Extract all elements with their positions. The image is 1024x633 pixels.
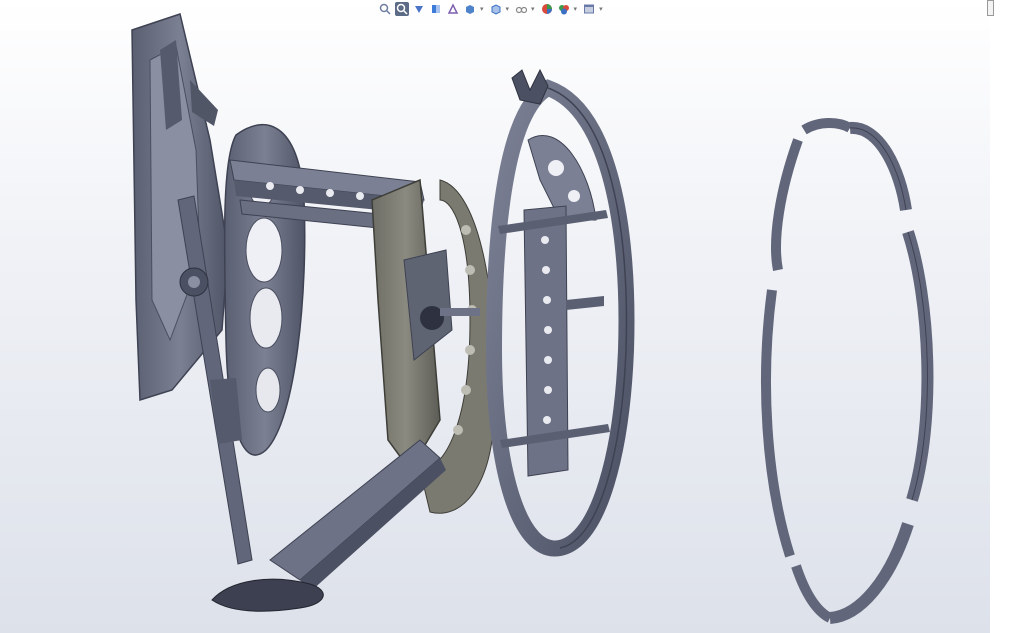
foot-plate[interactable] [211, 578, 324, 612]
view-orientation-icon[interactable] [463, 2, 477, 16]
task-pane-edge [990, 0, 1024, 633]
zoom-to-area-icon[interactable] [395, 2, 409, 16]
graphics-area[interactable]: ▾ ▾ ▾ ▾ ▾ [0, 0, 1024, 633]
hide-show-items-icon[interactable] [514, 2, 528, 16]
section-view-icon[interactable] [429, 2, 443, 16]
chevron-down-icon[interactable]: ▾ [506, 5, 510, 13]
lower-strut[interactable] [269, 439, 446, 592]
apply-scene-icon[interactable] [557, 2, 571, 16]
zoom-to-fit-icon[interactable] [378, 2, 392, 16]
task-pane-toggle[interactable] [987, 0, 994, 16]
display-style-icon[interactable] [489, 2, 503, 16]
assembly-model-view[interactable] [0, 0, 1024, 633]
view-settings-icon[interactable] [582, 2, 596, 16]
previous-view-icon[interactable] [412, 2, 426, 16]
chevron-down-icon[interactable]: ▾ [574, 5, 578, 13]
chevron-down-icon[interactable]: ▾ [531, 5, 535, 13]
segmented-ring[interactable] [761, 118, 934, 624]
chevron-down-icon[interactable]: ▾ [599, 5, 603, 13]
chevron-down-icon[interactable]: ▾ [480, 5, 484, 13]
heads-up-view-toolbar: ▾ ▾ ▾ ▾ ▾ [378, 0, 605, 18]
edit-appearance-icon[interactable] [540, 2, 554, 16]
dynamic-annotation-icon[interactable] [446, 2, 460, 16]
right-oval-ring[interactable] [485, 68, 635, 557]
